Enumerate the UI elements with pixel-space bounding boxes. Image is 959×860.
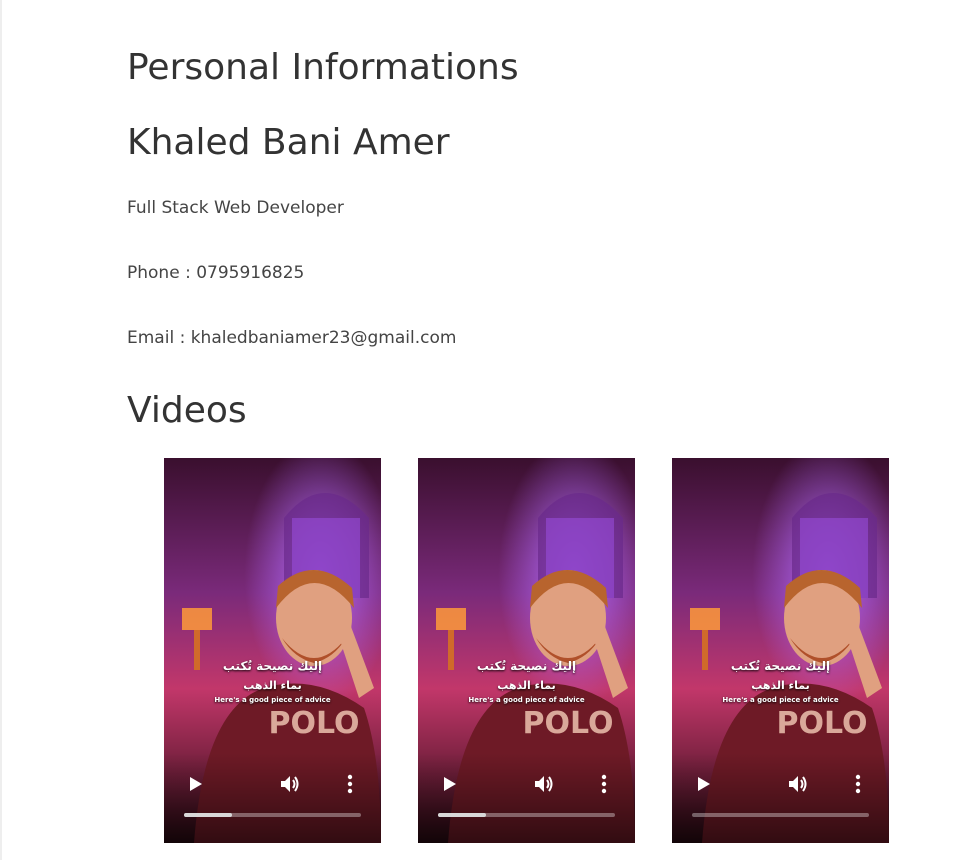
video-caption-arabic-line2: بماء الذهب xyxy=(497,679,556,692)
play-icon[interactable] xyxy=(439,774,459,794)
video-caption-english: Here's a good piece of advice xyxy=(722,696,839,704)
video-progress-fill xyxy=(438,813,486,817)
video-caption-english: Here's a good piece of advice xyxy=(468,696,585,704)
personal-info-heading: Personal Informations xyxy=(127,47,519,88)
person-name-heading: Khaled Bani Amer xyxy=(127,122,450,163)
video-caption-arabic-line1: إليك نصيحة تُكتب xyxy=(222,659,323,673)
volume-icon[interactable] xyxy=(278,772,302,796)
video-progress-bar[interactable] xyxy=(692,813,869,817)
shirt-print-text: POLO xyxy=(522,706,613,741)
page-left-border xyxy=(0,0,2,860)
video-caption-arabic-line2: بماء الذهب xyxy=(751,679,810,692)
video-progress-bar[interactable] xyxy=(184,813,361,817)
more-vertical-icon[interactable] xyxy=(342,772,358,796)
video-player[interactable]: POLO إليك نصيحة تُكتب بماء الذهب Here's … xyxy=(418,458,635,843)
shirt-print-text: POLO xyxy=(268,706,359,741)
play-icon[interactable] xyxy=(185,774,205,794)
volume-icon[interactable] xyxy=(532,772,556,796)
phone-text: Phone : 0795916825 xyxy=(127,263,305,283)
video-caption-arabic-line2: بماء الذهب xyxy=(243,679,302,692)
video-progress-bar[interactable] xyxy=(438,813,615,817)
more-vertical-icon[interactable] xyxy=(850,772,866,796)
video-caption-english: Here's a good piece of advice xyxy=(214,696,331,704)
controls-shade xyxy=(418,753,635,843)
controls-shade xyxy=(164,753,381,843)
controls-shade xyxy=(672,753,889,843)
more-vertical-icon[interactable] xyxy=(596,772,612,796)
shirt-print-text: POLO xyxy=(776,706,867,741)
play-icon[interactable] xyxy=(693,774,713,794)
video-player[interactable]: POLO إليك نصيحة تُكتب بماء الذهب Here's … xyxy=(164,458,381,843)
email-text: Email : khaledbaniamer23@gmail.com xyxy=(127,328,457,348)
job-title-text: Full Stack Web Developer xyxy=(127,198,344,218)
video-caption-arabic-line1: إليك نصيحة تُكتب xyxy=(476,659,577,673)
video-caption-arabic-line1: إليك نصيحة تُكتب xyxy=(730,659,831,673)
videos-heading: Videos xyxy=(127,390,247,431)
video-progress-fill xyxy=(184,813,232,817)
volume-icon[interactable] xyxy=(786,772,810,796)
video-player[interactable]: POLO إليك نصيحة تُكتب بماء الذهب Here's … xyxy=(672,458,889,843)
